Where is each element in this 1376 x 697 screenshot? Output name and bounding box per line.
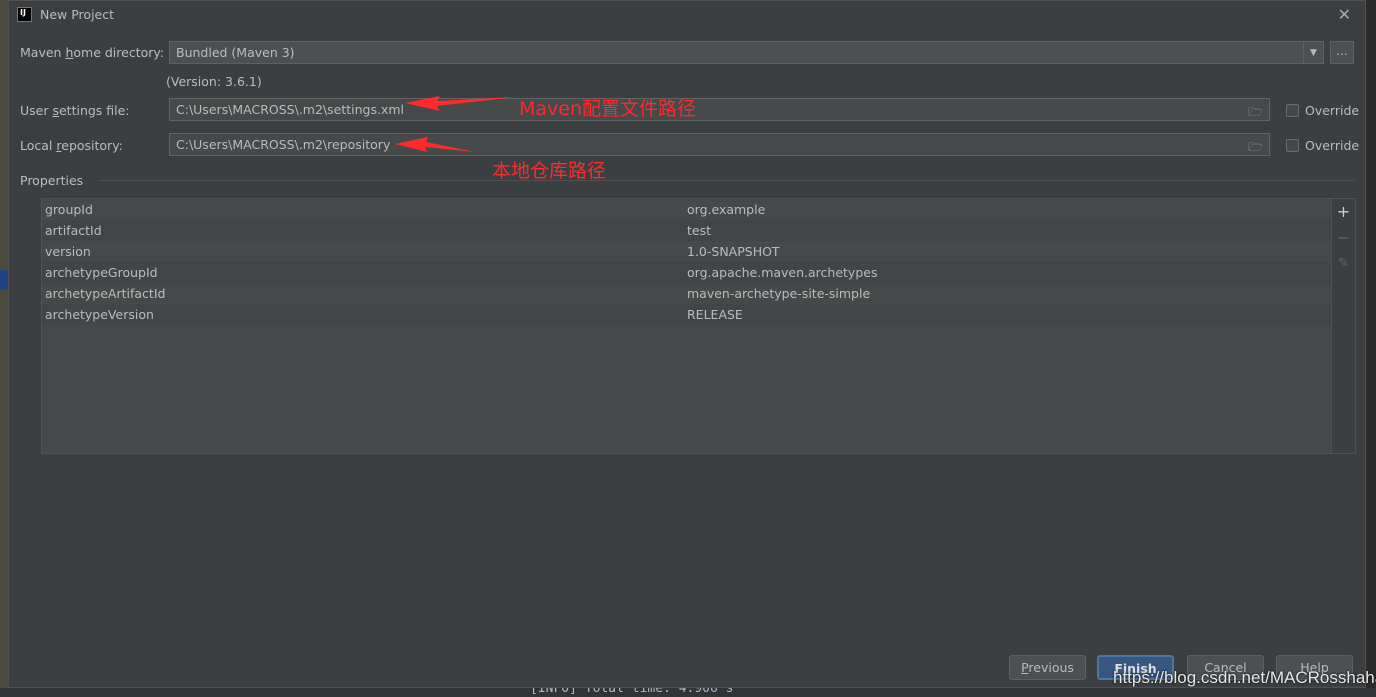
watermark: https://blog.csdn.net/MACRosshaha <box>1113 668 1376 687</box>
annotation-settings: Maven配置文件路径 <box>519 98 697 120</box>
arrow-repo <box>395 137 475 152</box>
annotation-repo: 本地仓库路径 <box>492 160 607 182</box>
arrow-settings <box>405 96 515 111</box>
